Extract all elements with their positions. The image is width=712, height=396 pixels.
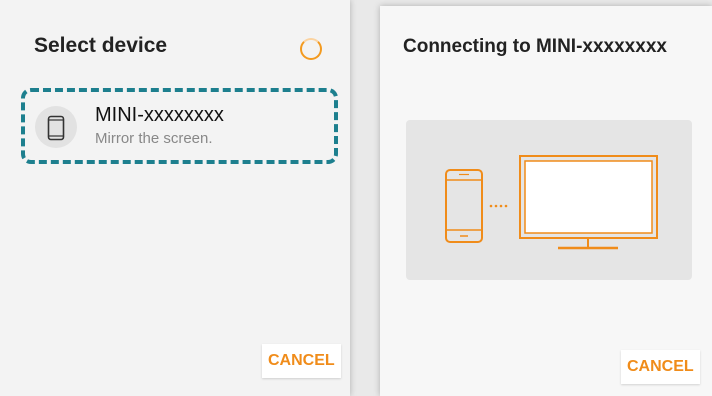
cancel-button[interactable]: CANCEL bbox=[262, 344, 341, 378]
cancel-button[interactable]: CANCEL bbox=[621, 350, 700, 384]
connecting-dialog: Connecting to MINI-xxxxxxxx CANCEL bbox=[380, 6, 712, 396]
phone-icon bbox=[445, 169, 483, 243]
select-device-dialog: Select device MINI-xxxxxxxx Mirror the s… bbox=[0, 0, 350, 396]
phone-icon bbox=[35, 106, 77, 148]
connection-illustration bbox=[406, 120, 692, 280]
ellipsis-icon bbox=[489, 204, 508, 208]
monitor-icon bbox=[519, 155, 658, 250]
device-list-item[interactable]: MINI-xxxxxxxx Mirror the screen. bbox=[21, 88, 338, 164]
dialog-title: Select device bbox=[34, 34, 168, 57]
device-description: Mirror the screen. bbox=[95, 130, 213, 147]
device-name: MINI-xxxxxxxx bbox=[95, 104, 224, 126]
loading-spinner-icon bbox=[300, 38, 322, 60]
dialog-title: Connecting to MINI-xxxxxxxx bbox=[403, 36, 667, 57]
